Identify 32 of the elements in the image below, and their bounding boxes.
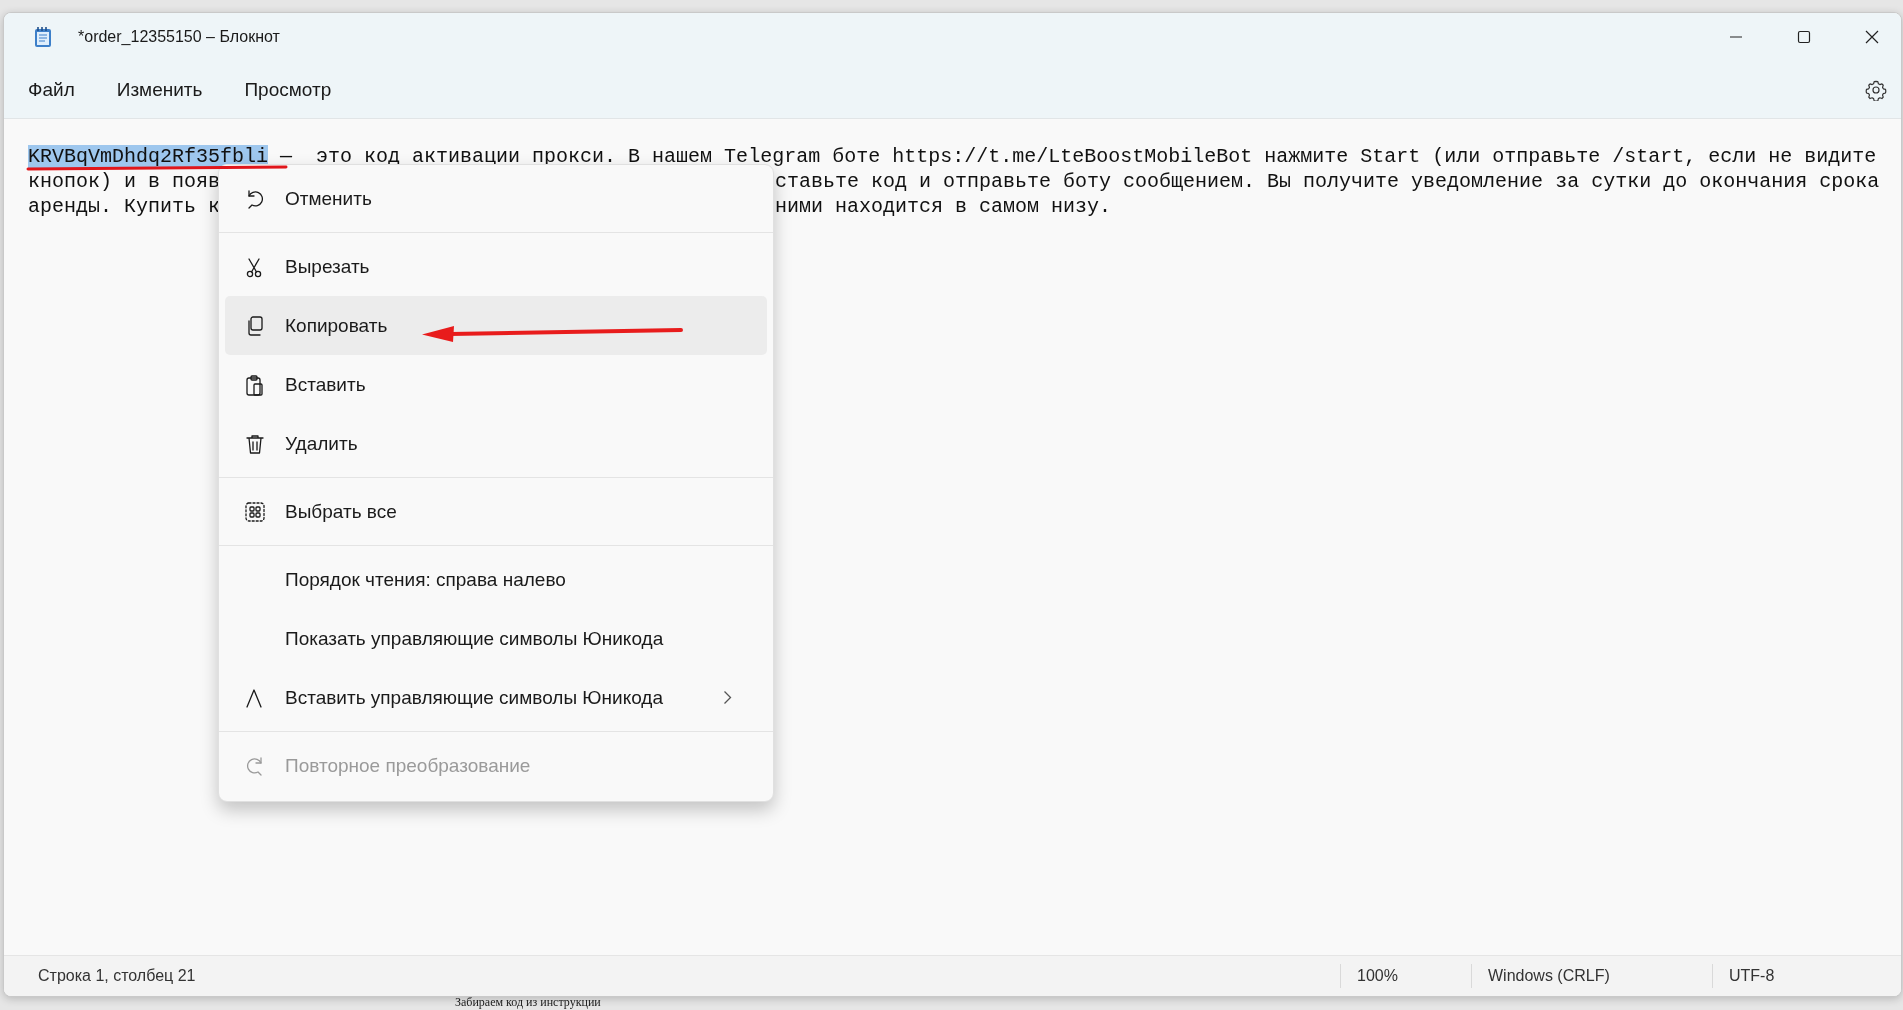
text-line: кнопок) и в появ bbox=[28, 169, 221, 194]
page-heading: Забираем код из инструкции bbox=[455, 996, 601, 1009]
menu-item[interactable]: Вставить управляющие символы Юникода bbox=[225, 668, 767, 727]
text-line: — это код активации прокси. В нашем Telegram боте https://t.me/LteBoostMobileBot нажмите Start (или отправьте /start, если не видите bbox=[279, 145, 1877, 168]
text-line: аренды. Купить к bbox=[28, 194, 221, 219]
menu-item[interactable]: Вырезать bbox=[225, 237, 767, 296]
close-icon[interactable] bbox=[1865, 30, 1879, 44]
window-title: *order_12355150 – Блокнот bbox=[78, 28, 280, 46]
menu-item[interactable]: Просмотр bbox=[234, 72, 342, 107]
text-line: ставьте код и отправьте боту сообщением. Вы получите уведомление за сутки до окончания срока bbox=[775, 169, 1880, 194]
menu-item[interactable]: Выбрать все bbox=[225, 482, 767, 541]
menu-item[interactable]: Порядок чтения: справа налево bbox=[225, 550, 767, 609]
menu-item[interactable]: Изменить bbox=[106, 72, 213, 107]
menu-item[interactable]: Вставить bbox=[225, 355, 767, 414]
menu-item[interactable]: Удалить bbox=[225, 414, 767, 473]
menu-item[interactable]: Копировать bbox=[225, 296, 767, 355]
menu-item[interactable]: Отменить bbox=[225, 169, 767, 228]
line-ending[interactable]: Windows (CRLF) bbox=[1471, 964, 1712, 988]
maximize-icon[interactable] bbox=[1797, 30, 1811, 44]
chevron-right-icon bbox=[723, 690, 732, 705]
encoding[interactable]: UTF-8 bbox=[1712, 964, 1879, 988]
select-all-icon bbox=[244, 500, 266, 523]
notepad-icon bbox=[34, 26, 52, 48]
menu-item[interactable]: Показать управляющие символы Юникода bbox=[225, 609, 767, 668]
clipboard-icon bbox=[244, 373, 266, 396]
zoom-level[interactable]: 100% bbox=[1340, 964, 1471, 988]
text-line: ними находится в самом низу. bbox=[775, 194, 1112, 219]
settings-icon[interactable] bbox=[1865, 78, 1887, 101]
selected-text: KRVBqVmDhdq2Rf35fbli bbox=[28, 145, 269, 168]
menu-item[interactable]: Файл bbox=[18, 72, 85, 107]
cursor-position: Строка 1, столбец 21 bbox=[37, 967, 197, 985]
trash-icon bbox=[244, 432, 266, 455]
